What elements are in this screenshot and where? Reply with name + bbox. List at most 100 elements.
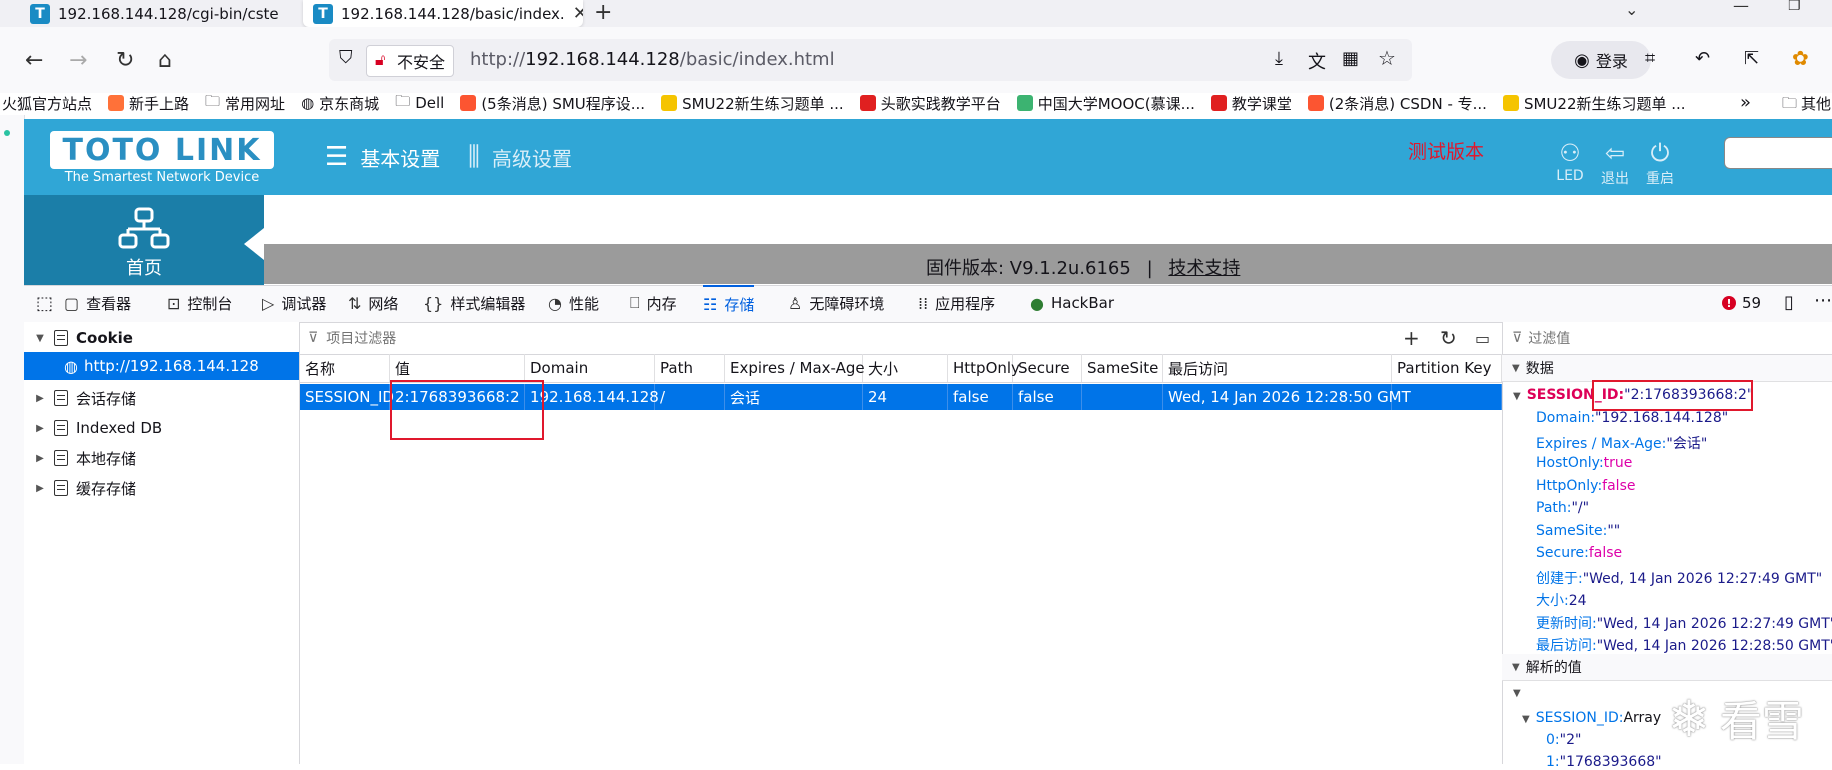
tree-item-cookie[interactable]: ▼ Cookie: [24, 324, 299, 352]
menu-advanced-settings[interactable]: ⫼ 高级设置: [468, 142, 572, 173]
table-cell: [1082, 384, 1163, 410]
devtools-tab[interactable]: ⇅ 网络: [348, 285, 398, 321]
share-icon[interactable]: ⇱: [1744, 48, 1759, 69]
bookmark-item[interactable]: 中国大学MOOC(慕课...: [1016, 93, 1195, 114]
error-count[interactable]: ! 59: [1722, 294, 1761, 312]
add-item-icon[interactable]: +: [1403, 326, 1420, 350]
bookmark-item[interactable]: 头歌实践教学平台: [859, 93, 1001, 114]
qr-code-icon[interactable]: ▦: [1342, 48, 1359, 69]
csdn-icon: [1307, 95, 1324, 111]
touge-icon: [1210, 95, 1227, 111]
insecure-badge[interactable]: 🔓︎ 不安全: [366, 45, 455, 77]
other-bookmarks[interactable]: 🗀︎ 其他: [1782, 93, 1831, 118]
reload-icon[interactable]: ↻: [116, 48, 134, 74]
devtools-tab[interactable]: ▷ 调试器: [262, 285, 326, 321]
devtools-tab-label: 无障碍环境: [809, 294, 885, 313]
devtools-tab-label: 性能: [568, 294, 599, 313]
column-header[interactable]: HttpOnly: [948, 354, 1020, 382]
column-header[interactable]: SameSite: [1082, 354, 1163, 382]
item-filter[interactable]: ⊽ 项目过滤器: [300, 322, 1502, 355]
more-options-icon[interactable]: ⋯: [1814, 290, 1832, 311]
refresh-icon[interactable]: ↻: [1440, 326, 1457, 350]
column-header[interactable]: 名称: [300, 354, 390, 382]
value-filter[interactable]: ⊽ 过滤值: [1502, 322, 1832, 355]
url-text[interactable]: http://192.168.144.128/basic/index.html: [470, 49, 835, 70]
tree-item-cookie-host[interactable]: ◍ http://192.168.144.128: [24, 352, 299, 380]
bookmark-item[interactable]: (2条消息) CSDN - 专...: [1307, 93, 1487, 114]
bookmark-star-icon[interactable]: ☆: [1378, 46, 1396, 70]
back-icon[interactable]: ←: [25, 48, 43, 74]
devtools-tab[interactable]: ⊡ 控制台: [167, 285, 232, 321]
bookmark-item[interactable]: 🗀︎ Dell: [395, 91, 444, 116]
devtools-tab[interactable]: ● HackBar: [1030, 285, 1114, 321]
data-section-header[interactable]: ▼ 数据: [1502, 355, 1832, 382]
column-header[interactable]: Expires / Max-Age: [725, 354, 865, 382]
collapsed-triangle-icon[interactable]: ▶: [32, 483, 48, 494]
restore-window-icon[interactable]: ❐: [1788, 0, 1801, 14]
column-header[interactable]: Path: [655, 354, 725, 382]
devtools-tab[interactable]: ☷ 存储: [703, 285, 755, 321]
extension-icon[interactable]: ✿: [1792, 46, 1809, 70]
bookmarks-more-icon[interactable]: »: [1740, 92, 1751, 113]
expand-triangle-icon[interactable]: ▼: [32, 333, 48, 344]
cookie-property: SameSite:"": [1536, 522, 1621, 539]
devtools-tab[interactable]: ▢ 查看器: [64, 285, 131, 321]
menu-basic-settings[interactable]: ☰ 基本设置: [325, 142, 440, 172]
column-header[interactable]: 值: [390, 354, 525, 382]
tab-list-chevron-icon[interactable]: ⌄: [1625, 0, 1638, 19]
screenshot-icon[interactable]: ⌗: [1645, 48, 1655, 69]
new-tab-button[interactable]: +: [594, 0, 612, 25]
bookmark-label: SMU22新生练习题单 ...: [682, 94, 844, 113]
minimize-icon[interactable]: —: [1733, 0, 1749, 15]
devtools-tab[interactable]: {} 样式编辑器: [423, 285, 525, 321]
column-header[interactable]: 大小: [863, 354, 948, 382]
devtools-tab[interactable]: ⁞⁞ 应用程序: [918, 285, 995, 321]
support-link[interactable]: 技术支持: [1168, 258, 1240, 279]
devtools-tab[interactable]: ♙ 无障碍环境: [788, 285, 884, 321]
header-input[interactable]: [1724, 137, 1832, 169]
tree-item-indexed-db[interactable]: ▶ Indexed DB: [24, 414, 299, 442]
login-button[interactable]: ◉ 登录: [1551, 41, 1651, 79]
devtools-tab[interactable]: ⎕ 内存: [630, 285, 677, 321]
reboot-button[interactable]: ⏻ 重启: [1635, 138, 1685, 188]
collapsed-triangle-icon[interactable]: ▶: [32, 393, 48, 404]
tree-item-local-storage[interactable]: ▶ 本地存储: [24, 444, 299, 472]
led-button[interactable]: ⚇ LED: [1545, 138, 1595, 184]
browser-tab-1[interactable]: T 192.168.144.128/cgi-bin/cste ✕: [30, 0, 285, 27]
bookmark-item[interactable]: 🗀︎ 常用网址: [205, 91, 285, 116]
logout-button[interactable]: ⇦ 退出: [1590, 138, 1640, 188]
column-header[interactable]: Domain: [525, 354, 655, 382]
bookmark-item[interactable]: 火狐官方站点: [2, 93, 92, 114]
tree-item-label: Indexed DB: [76, 419, 163, 437]
column-header[interactable]: Secure: [1013, 354, 1082, 382]
home-icon[interactable]: ⌂: [158, 48, 172, 74]
bookmark-item[interactable]: ◍ 京东商城: [301, 93, 379, 114]
element-picker-icon[interactable]: ⬚: [36, 293, 53, 314]
save-page-icon[interactable]: ⤓: [1275, 48, 1283, 69]
table-cell: false: [1013, 384, 1082, 410]
expand-triangle-icon[interactable]: ▼: [1513, 688, 1521, 699]
tree-item-session-storage[interactable]: ▶ 会话存储: [24, 384, 299, 412]
bookmark-label: (5条消息) SMU程序设...: [481, 94, 646, 113]
bookmark-item[interactable]: 新手上路: [108, 93, 189, 114]
devtools-tab[interactable]: ◔ 性能: [548, 285, 599, 321]
collapsed-triangle-icon[interactable]: ▶: [32, 423, 48, 434]
translate-icon[interactable]: 文: [1308, 48, 1326, 74]
bookmark-item[interactable]: 教学课堂: [1210, 93, 1292, 114]
close-tab-icon[interactable]: ✕: [573, 3, 583, 24]
tracking-shield-icon[interactable]: ⛉: [339, 47, 353, 68]
column-header[interactable]: 最后访问: [1163, 354, 1392, 382]
dock-side-icon[interactable]: ▯: [1784, 292, 1794, 313]
browser-tab-2[interactable]: T 192.168.144.128/basic/index. ✕: [303, 0, 583, 27]
collapsed-triangle-icon[interactable]: ▶: [32, 453, 48, 464]
parsed-section-header[interactable]: ▼ 解析的值: [1502, 654, 1832, 681]
toggle-sidebar-icon[interactable]: ▭: [1475, 329, 1490, 348]
undo-icon[interactable]: ↶: [1695, 48, 1710, 69]
parsed-array-entry[interactable]: ▼ SESSION_ID:Array: [1522, 710, 1661, 726]
bookmark-item[interactable]: SMU22新生练习题单 ...: [661, 93, 844, 114]
bookmark-item[interactable]: SMU22新生练习题单 ...: [1502, 93, 1686, 114]
tree-item-cache-storage[interactable]: ▶ 缓存存储: [24, 474, 299, 502]
forward-icon[interactable]: →: [69, 48, 87, 74]
column-header[interactable]: Partition Key: [1392, 354, 1502, 382]
bookmark-item[interactable]: (5条消息) SMU程序设...: [460, 93, 645, 114]
